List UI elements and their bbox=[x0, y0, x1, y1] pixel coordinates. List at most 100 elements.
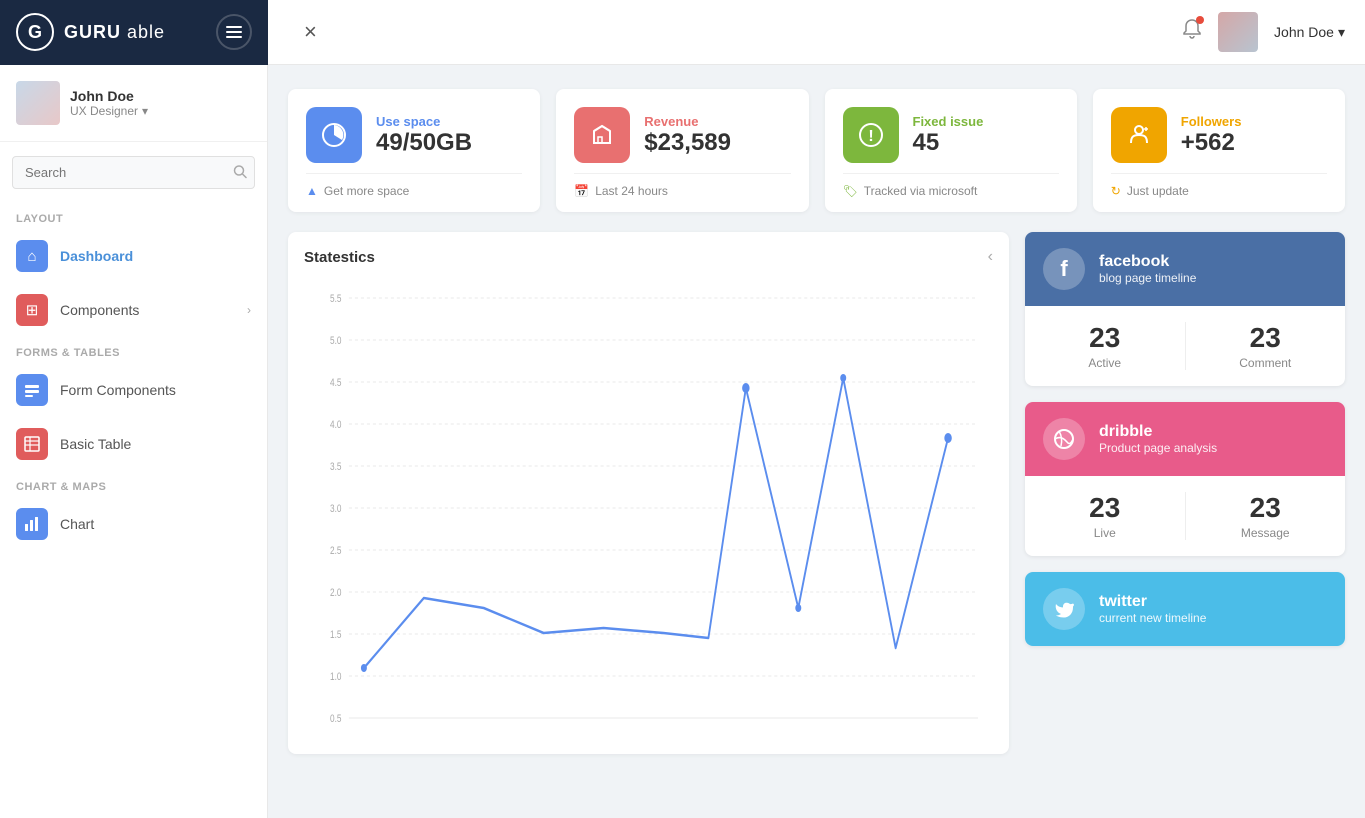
svg-text:4.5: 4.5 bbox=[330, 377, 341, 389]
facebook-icon: f bbox=[1043, 248, 1085, 290]
use-space-footer-icon: ▲ bbox=[306, 184, 318, 198]
twitter-card-header: twitter current new timeline bbox=[1025, 572, 1345, 646]
sidebar-item-components[interactable]: ⊞ Components › bbox=[0, 283, 267, 337]
sidebar-item-basic-table[interactable]: Basic Table bbox=[0, 417, 267, 471]
dribble-live-value: 23 bbox=[1041, 492, 1169, 524]
use-space-info: Use space 49/50GB bbox=[376, 114, 522, 157]
top-header: G GURU able × John Doe ▾ bbox=[0, 0, 1365, 65]
fixed-issue-info: Fixed issue 45 bbox=[913, 114, 1059, 157]
dribble-card-header: dribble Product page analysis bbox=[1025, 402, 1345, 476]
sidebar-item-chart[interactable]: Chart bbox=[0, 497, 267, 551]
role-text: UX Designer bbox=[70, 104, 138, 118]
twitter-subtitle: current new timeline bbox=[1099, 611, 1206, 625]
components-icon: ⊞ bbox=[16, 294, 48, 326]
sidebar-components-label: Components bbox=[60, 302, 139, 318]
twitter-title: twitter bbox=[1099, 593, 1206, 611]
chart-header: Statestics ‹ bbox=[304, 248, 993, 266]
main-content: Use space 49/50GB ▲ Get more space Reven… bbox=[268, 65, 1365, 818]
sidebar-user-profile: John Doe UX Designer ▾ bbox=[0, 65, 267, 142]
sidebar-user-info: John Doe UX Designer ▾ bbox=[70, 88, 148, 118]
revenue-info: Revenue $23,589 bbox=[644, 114, 790, 157]
brand-suffix-text: able bbox=[121, 22, 165, 42]
revenue-label: Revenue bbox=[644, 114, 790, 129]
svg-text:1.5: 1.5 bbox=[330, 629, 341, 641]
facebook-stat-comment: 23 Comment bbox=[1186, 322, 1346, 370]
stat-card-top: ! Fixed issue 45 bbox=[843, 107, 1059, 163]
dribble-info: dribble Product page analysis bbox=[1099, 423, 1217, 455]
svg-text:3.0: 3.0 bbox=[330, 503, 342, 515]
notification-bell-button[interactable] bbox=[1182, 18, 1202, 46]
dribble-message-label: Message bbox=[1202, 526, 1330, 540]
svg-text:5.0: 5.0 bbox=[330, 335, 342, 347]
svg-text:4.0: 4.0 bbox=[330, 419, 342, 431]
social-card-dribble: dribble Product page analysis 23 Live 23… bbox=[1025, 402, 1345, 556]
use-space-label: Use space bbox=[376, 114, 522, 129]
sidebar-user-role[interactable]: UX Designer ▾ bbox=[70, 104, 148, 118]
sidebar-section-layout: Layout bbox=[0, 203, 267, 229]
dribble-icon bbox=[1043, 418, 1085, 460]
facebook-subtitle: blog page timeline bbox=[1099, 271, 1196, 285]
user-name-label[interactable]: John Doe ▾ bbox=[1274, 24, 1345, 41]
svg-text:5.5: 5.5 bbox=[330, 293, 341, 305]
use-space-footer: ▲ Get more space bbox=[306, 173, 522, 198]
components-chevron-icon: › bbox=[247, 303, 251, 317]
dribble-subtitle: Product page analysis bbox=[1099, 441, 1217, 455]
sidebar-item-dashboard[interactable]: ⌂ Dashboard bbox=[0, 229, 267, 283]
chart-collapse-button[interactable]: ‹ bbox=[988, 248, 993, 266]
revenue-footer-text: Last 24 hours bbox=[595, 184, 668, 198]
sidebar: John Doe UX Designer ▾ Layout ⌂ Dashboar… bbox=[0, 65, 268, 818]
facebook-stats: 23 Active 23 Comment bbox=[1025, 306, 1345, 386]
sidebar-section-forms: Forms & Tables bbox=[0, 337, 267, 363]
body-container: John Doe UX Designer ▾ Layout ⌂ Dashboar… bbox=[0, 65, 1365, 818]
svg-text:2.0: 2.0 bbox=[330, 587, 342, 599]
facebook-comment-label: Comment bbox=[1202, 356, 1330, 370]
facebook-card-header: f facebook blog page timeline bbox=[1025, 232, 1345, 306]
sidebar-item-form-components[interactable]: Form Components bbox=[0, 363, 267, 417]
sidebar-user-name: John Doe bbox=[70, 88, 148, 104]
revenue-icon bbox=[574, 107, 630, 163]
stat-card-followers: Followers +562 ↻ Just update bbox=[1093, 89, 1345, 212]
use-space-footer-text: Get more space bbox=[324, 184, 409, 198]
sidebar-dashboard-label: Dashboard bbox=[60, 248, 133, 264]
menu-toggle-button[interactable] bbox=[216, 14, 252, 50]
stats-row: Use space 49/50GB ▲ Get more space Reven… bbox=[288, 89, 1345, 212]
dribble-stat-message: 23 Message bbox=[1186, 492, 1346, 540]
facebook-active-label: Active bbox=[1041, 356, 1169, 370]
use-space-value: 49/50GB bbox=[376, 129, 522, 157]
header-left: G GURU able × bbox=[20, 0, 317, 65]
stat-card-top: Use space 49/50GB bbox=[306, 107, 522, 163]
fixed-issue-label: Fixed issue bbox=[913, 114, 1059, 129]
sidebar-section-chart: Chart & Maps bbox=[0, 471, 267, 497]
fixed-issue-footer-text: Tracked via microsoft bbox=[864, 184, 978, 198]
followers-footer-icon: ↻ bbox=[1111, 184, 1121, 198]
brand-name: GURU able bbox=[64, 22, 165, 43]
twitter-info: twitter current new timeline bbox=[1099, 593, 1206, 625]
fixed-issue-value: 45 bbox=[913, 129, 1059, 157]
user-avatar bbox=[1218, 12, 1258, 52]
followers-info: Followers +562 bbox=[1181, 114, 1327, 157]
header-right: John Doe ▾ bbox=[1182, 12, 1345, 52]
statistics-chart: 0.5 1.0 1.5 2.0 2.5 3.0 3.5 4.0 4.5 5.0 … bbox=[304, 278, 993, 738]
facebook-info: facebook blog page timeline bbox=[1099, 253, 1196, 285]
logo-letter: G bbox=[28, 22, 42, 43]
followers-footer: ↻ Just update bbox=[1111, 173, 1327, 198]
brand-name-text: GURU bbox=[64, 22, 121, 42]
search-input[interactable] bbox=[12, 156, 255, 189]
dashboard-icon: ⌂ bbox=[16, 240, 48, 272]
search-icon[interactable] bbox=[233, 164, 247, 181]
revenue-footer: 📅 Last 24 hours bbox=[574, 173, 790, 198]
basic-table-icon bbox=[16, 428, 48, 460]
followers-icon bbox=[1111, 107, 1167, 163]
fixed-issue-footer-icon: 🏷 bbox=[843, 184, 858, 198]
social-card-facebook: f facebook blog page timeline 23 Active … bbox=[1025, 232, 1345, 386]
search-box bbox=[12, 156, 255, 189]
notification-dot bbox=[1196, 16, 1204, 24]
facebook-stat-active: 23 Active bbox=[1025, 322, 1186, 370]
followers-value: +562 bbox=[1181, 129, 1327, 157]
stat-card-top: Revenue $23,589 bbox=[574, 107, 790, 163]
svg-text:3.5: 3.5 bbox=[330, 461, 341, 473]
dribble-title: dribble bbox=[1099, 423, 1217, 441]
close-icon[interactable]: × bbox=[304, 19, 317, 45]
sidebar-chart-label: Chart bbox=[60, 516, 94, 532]
form-components-icon bbox=[16, 374, 48, 406]
